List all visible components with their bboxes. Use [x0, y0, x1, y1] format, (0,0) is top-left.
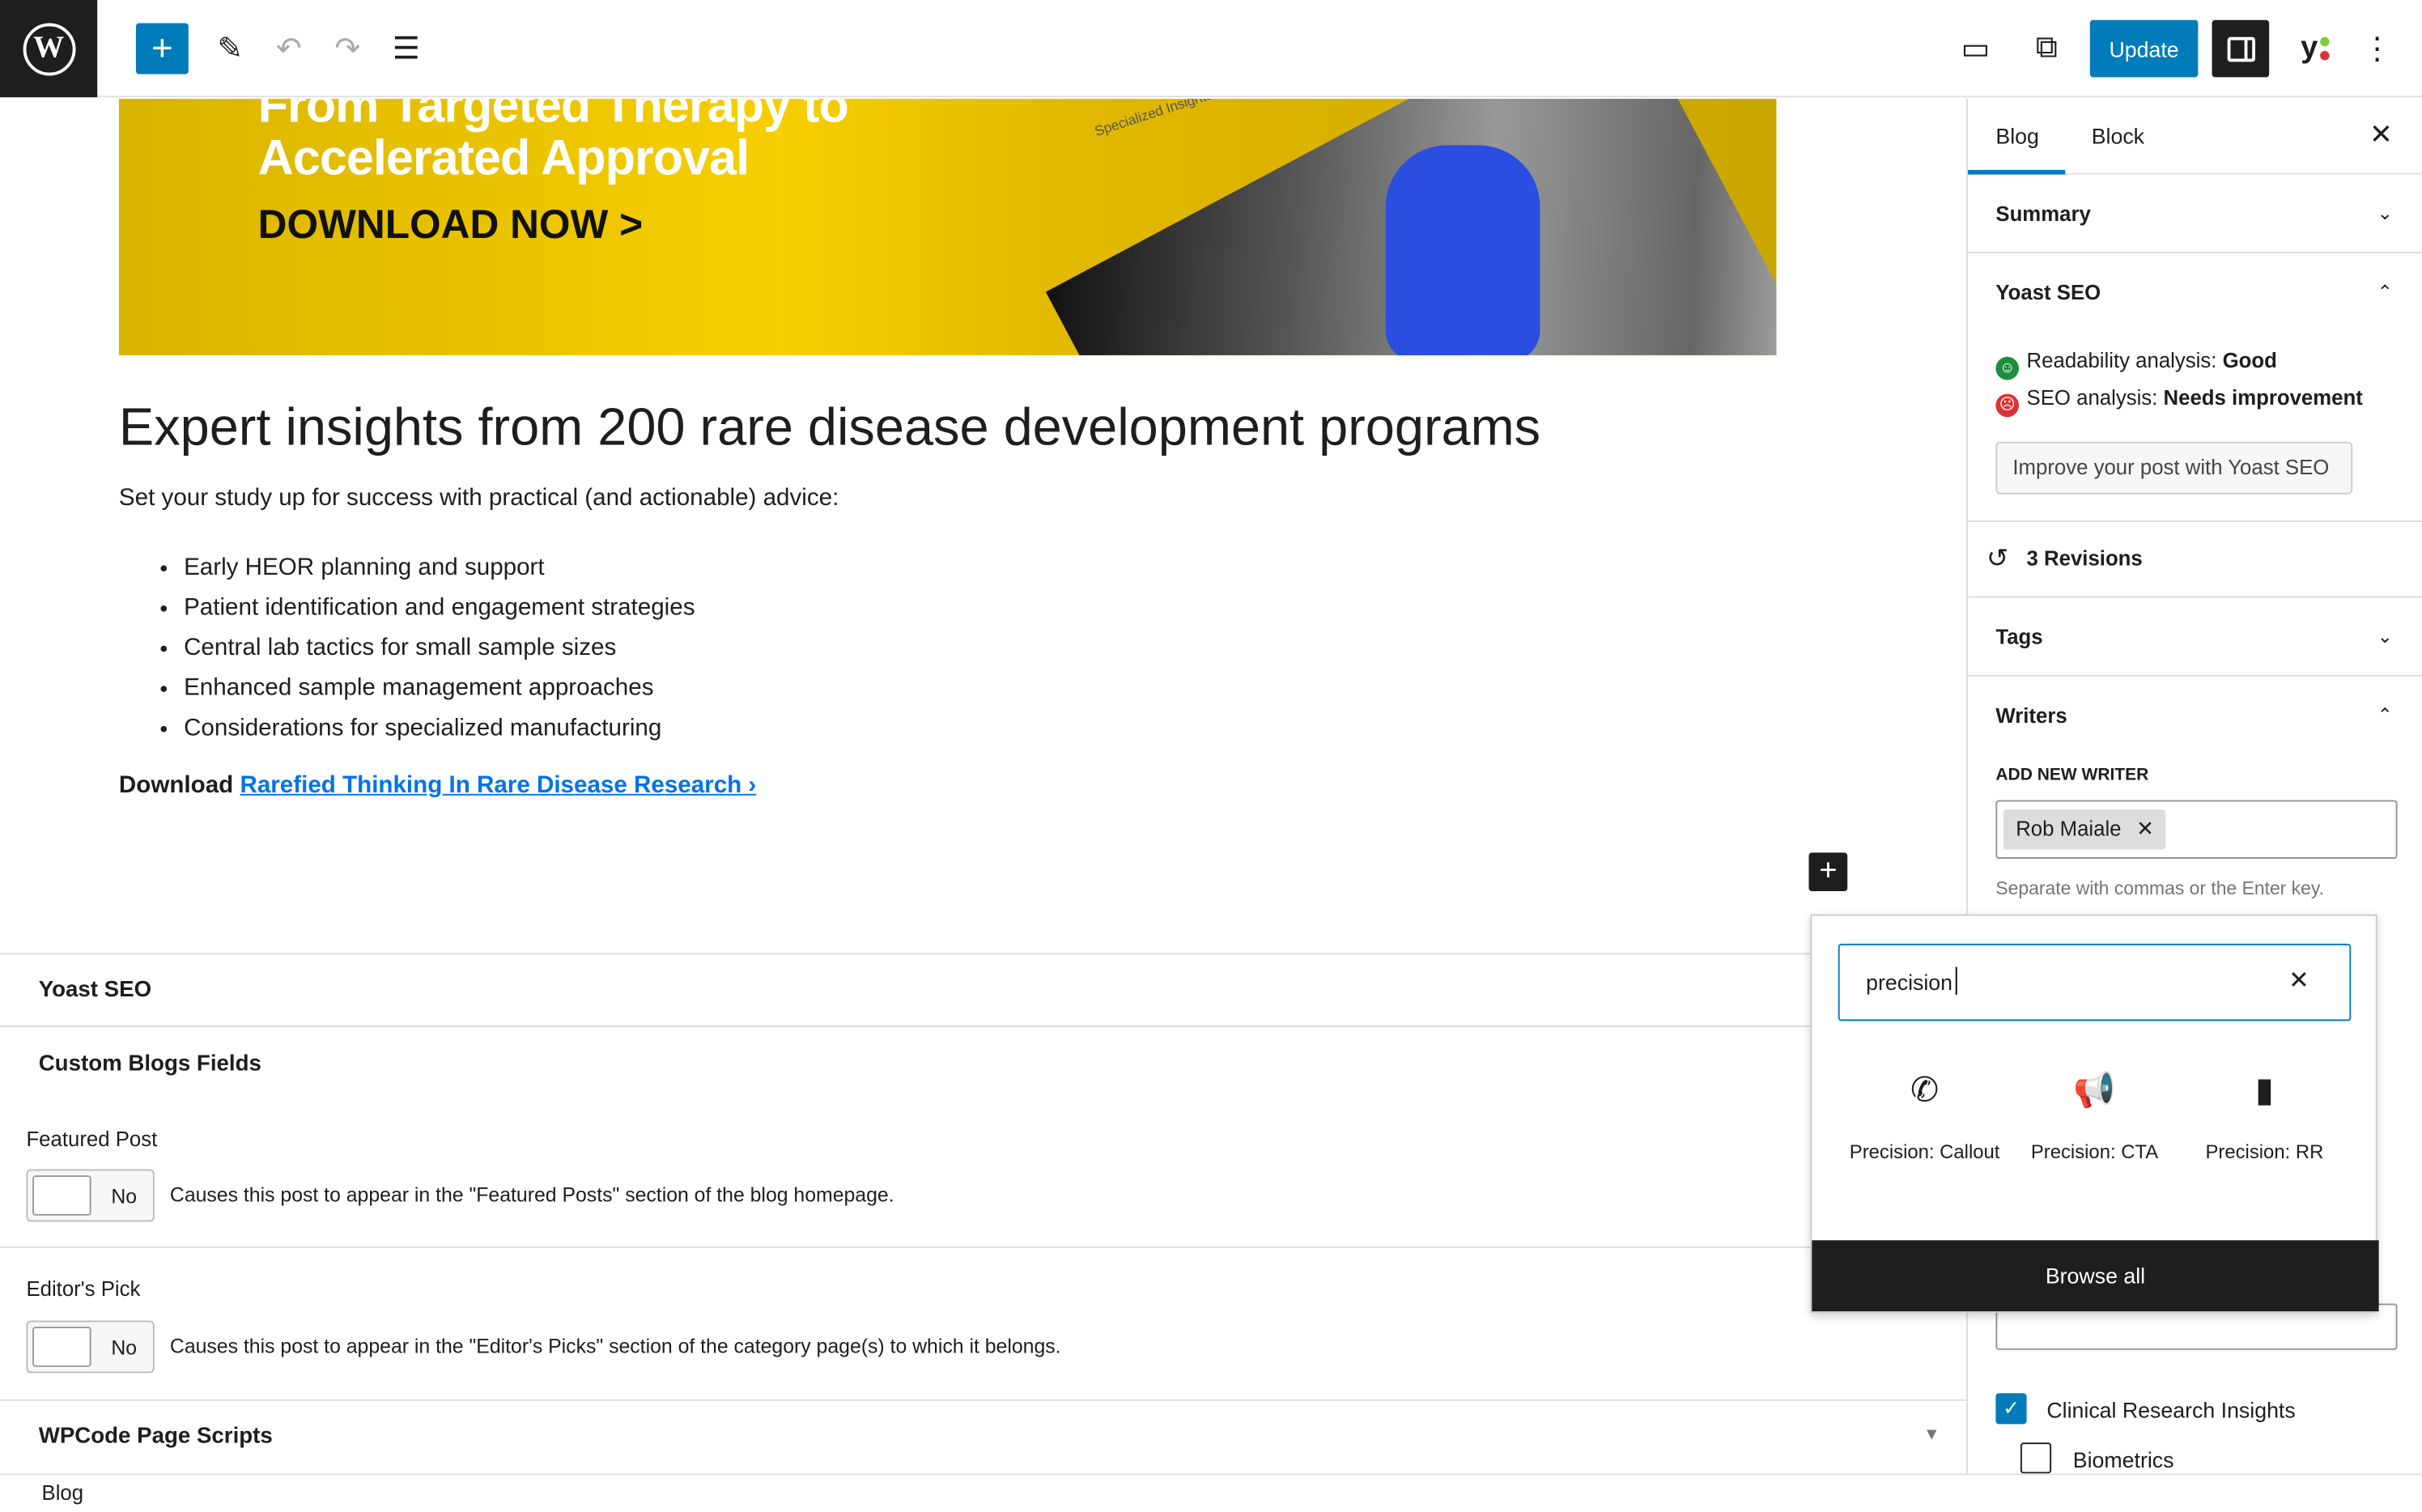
editors-toggle[interactable]: No [26, 1320, 155, 1374]
clear-search-icon[interactable]: ✕ [2288, 966, 2309, 996]
wpcode-meta-box[interactable]: WPCode Page Scripts ▼ [0, 1399, 1967, 1474]
triangle-down-icon[interactable]: ▼ [1923, 1425, 1940, 1444]
phone-icon: ✆ [1910, 1070, 1940, 1110]
featured-label: Featured Post [26, 1127, 158, 1151]
panel-title: Tags [1995, 625, 2043, 649]
smiley-bad-icon: ☹ [1995, 393, 2020, 418]
writer-token: Rob Maiale ✕ [2003, 809, 2167, 850]
sidebar-toggle-icon [2226, 36, 2255, 62]
bullet-list[interactable]: Early HEOR planning and support Patient … [184, 548, 695, 749]
smiley-good-icon: ☺ [1995, 356, 2020, 380]
add-writer-label: ADD NEW WRITER [1995, 766, 2149, 785]
tags-panel[interactable]: Tags ⌄ [1968, 597, 2422, 677]
block-result-rr[interactable]: ▮ Precision: RR [2179, 1070, 2349, 1162]
panel-title[interactable]: Writers [1995, 704, 2067, 728]
text-cursor [1955, 966, 1957, 995]
more-vertical-icon[interactable]: ⋮ [2357, 28, 2398, 68]
search-value: precision [1866, 970, 1953, 995]
breadcrumb-bar: Blog [0, 1473, 2422, 1512]
banner-book-text: Specialized Insights [1092, 99, 1215, 139]
add-block-button[interactable]: + [135, 23, 189, 74]
list-item: Enhanced sample management approaches [184, 669, 695, 709]
category-checkbox[interactable] [2020, 1442, 2052, 1474]
meta-box-title[interactable]: Custom Blogs Fields [39, 1051, 261, 1077]
banner-line2: Accelerated Approval [257, 130, 750, 185]
remove-writer-icon[interactable]: ✕ [2136, 817, 2154, 840]
inline-add-block-button[interactable]: + [1808, 852, 1848, 892]
custom-fields-box: Custom Blogs Fields Featured Post No Cau… [0, 1026, 1967, 1248]
tab-block[interactable]: Block [2092, 124, 2144, 149]
yoast-icon[interactable]: y [2283, 25, 2335, 71]
undo-icon[interactable]: ↶ [269, 28, 309, 68]
summary-panel[interactable]: Summary ⌄ [1968, 175, 2422, 253]
chevron-down-icon: ⌄ [2377, 202, 2393, 224]
revisions-link: 3 Revisions [2026, 546, 2143, 571]
category-label: Clinical Research Insights [2046, 1397, 2296, 1423]
chevron-down-icon: ⌄ [2377, 625, 2393, 648]
update-button[interactable]: Update [2089, 19, 2199, 78]
external-link-icon[interactable]: ⧉ [2027, 28, 2067, 68]
breadcrumb[interactable]: Blog [42, 1481, 84, 1505]
browse-all-button[interactable]: Browse all [1812, 1240, 2379, 1312]
sidebar-tabs: Blog Block ✕ [1968, 99, 2422, 175]
editors-description: Causes this post to appear in the "Edito… [169, 1334, 1061, 1358]
panel-title: Summary [1995, 202, 2091, 226]
redo-icon[interactable]: ↷ [328, 28, 368, 68]
panel-title[interactable]: Yoast SEO [1995, 281, 2101, 304]
tab-blog[interactable]: Blog [1995, 124, 2038, 149]
writer-help-text: Separate with commas or the Enter key. [1995, 877, 2324, 899]
list-item: Central lab tactics for small sample siz… [184, 629, 695, 669]
editors-pick-field: Editor's Pick No Causes this post to app… [0, 1246, 1967, 1401]
history-icon: ↺ [1986, 543, 2009, 573]
editors-label: Editor's Pick [26, 1277, 141, 1301]
download-link[interactable]: Rarefied Thinking In Rare Disease Resear… [240, 772, 756, 798]
toggle-value: No [111, 1336, 138, 1360]
revisions-panel[interactable]: ↺ 3 Revisions [1968, 522, 2422, 598]
improve-yoast-button[interactable]: Improve your post with Yoast SEO [1995, 441, 2353, 495]
meta-box-title: Yoast SEO [38, 977, 152, 1003]
chevron-up-icon[interactable]: ⌃ [2377, 704, 2393, 726]
book-icon: ▮ [2254, 1070, 2274, 1110]
meta-box-title: WPCode Page Scripts [38, 1424, 273, 1449]
megaphone-icon: 📢 [2073, 1070, 2116, 1110]
chevron-up-icon[interactable]: ⌃ [2377, 281, 2393, 303]
seo-status: ☹ SEO analysis: Needs improvement [1995, 386, 2363, 418]
banner-figure [1385, 145, 1540, 355]
banner-image[interactable]: From Targeted Therapy to Accelerated App… [118, 99, 1777, 355]
block-result-callout[interactable]: ✆ Precision: Callout [1840, 1070, 2010, 1162]
close-icon[interactable]: ✕ [2369, 119, 2393, 151]
toggle-value: No [111, 1184, 138, 1208]
desktop-preview-icon[interactable]: ▭ [1956, 28, 1996, 68]
list-view-icon[interactable]: ☰ [386, 28, 427, 68]
readability-status: ☺ Readability analysis: Good [1995, 349, 2277, 380]
download-paragraph: Download Rarefied Thinking In Rare Disea… [119, 772, 756, 800]
block-inserter-popover: precision ✕ ✆ Precision: Callout 📢 Precisi… [1810, 914, 2379, 1313]
sidebar-toggle-button[interactable] [2212, 19, 2270, 78]
banner-cta: DOWNLOAD NOW > [257, 201, 644, 248]
block-search-input[interactable]: precision ✕ [1838, 943, 2352, 1021]
pencil-icon[interactable]: ✎ [210, 28, 251, 68]
featured-toggle[interactable]: No [26, 1169, 155, 1222]
category-checkbox-checked[interactable]: ✓ [1995, 1393, 2027, 1425]
list-item: Considerations for specialized manufactu… [184, 709, 695, 750]
category-label: Biometrics [2072, 1446, 2174, 1472]
list-item: Patient identification and engagement st… [184, 588, 695, 629]
featured-description: Causes this post to appear in the "Featu… [169, 1183, 894, 1207]
wordpress-logo[interactable]: W [0, 0, 98, 98]
block-result-cta[interactable]: 📢 Precision: CTA [2010, 1070, 2180, 1162]
list-item: Early HEOR planning and support [184, 548, 695, 588]
download-prefix: Download [118, 772, 234, 799]
writer-input[interactable]: Rob Maiale ✕ [1995, 800, 2398, 859]
yoast-panel: Yoast SEO ⌃ ☺ Readability analysis: Good ☹… [1968, 253, 2422, 522]
intro-paragraph[interactable]: Set your study up for success with pract… [119, 485, 839, 512]
post-heading[interactable]: Expert insights from 200 rare disease de… [119, 398, 1540, 458]
yoast-meta-box[interactable]: Yoast SEO [0, 953, 1967, 1027]
